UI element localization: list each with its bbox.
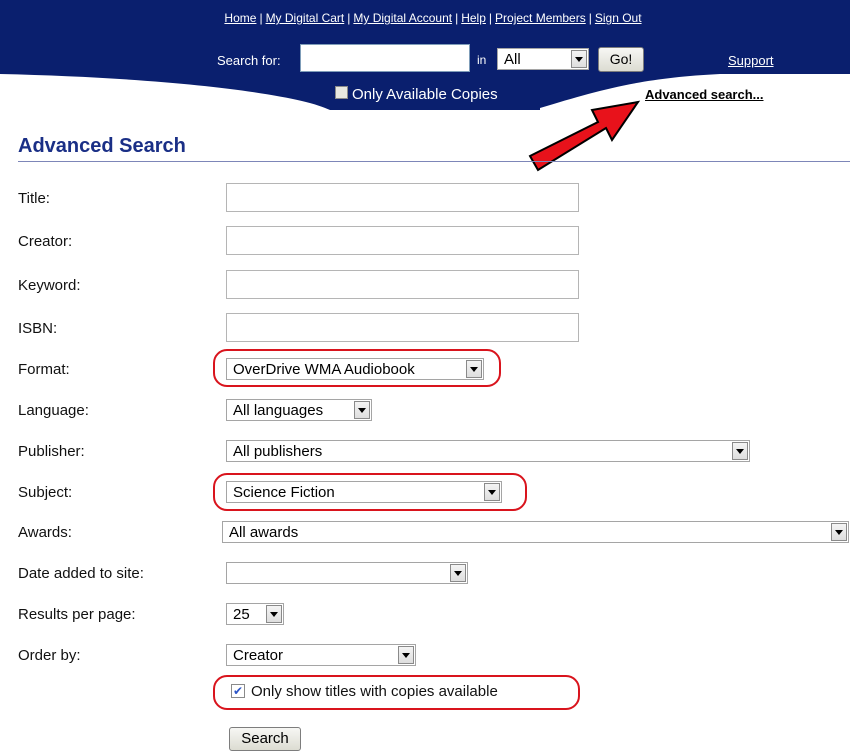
creator-input[interactable] [226,226,579,255]
search-scope-select[interactable]: All [497,48,589,70]
chevron-down-icon [354,401,370,419]
nav-digital-account-link[interactable]: My Digital Account [353,11,452,25]
chevron-down-icon [732,442,748,460]
chevron-down-icon [398,646,414,664]
nav-help-link[interactable]: Help [461,11,486,25]
results-per-page-label: Results per page: [18,606,136,623]
results-per-page-value: 25 [233,606,250,623]
isbn-label: ISBN: [18,320,58,337]
language-label: Language: [18,402,89,419]
nav-project-members-link[interactable]: Project Members [495,11,586,25]
only-available-checkbox[interactable] [335,86,348,99]
format-highlight [213,349,501,387]
nav-home-link[interactable]: Home [224,11,256,25]
isbn-input[interactable] [226,313,579,342]
title-input[interactable] [226,183,579,212]
awards-label: Awards: [18,524,72,541]
awards-value: All awards [229,524,299,541]
header-search-input[interactable] [300,44,470,72]
annotation-arrow-icon [528,100,641,172]
subject-label: Subject: [18,484,73,501]
language-select[interactable]: All languages [226,399,372,421]
go-button[interactable]: Go! [598,47,644,72]
publisher-value: All publishers [233,443,323,460]
language-value: All languages [233,402,324,419]
chevron-down-icon [266,605,282,623]
support-link[interactable]: Support [728,53,774,68]
date-added-label: Date added to site: [18,565,144,582]
keyword-label: Keyword: [18,277,81,294]
order-by-value: Creator [233,647,284,664]
page-title: Advanced Search [18,135,186,157]
date-added-select[interactable] [226,562,468,584]
publisher-select[interactable]: All publishers [226,440,750,462]
in-label: in [477,53,487,67]
subject-highlight [213,473,527,511]
search-scope-value: All [504,51,521,68]
advanced-search-link[interactable]: Advanced search... [645,87,764,102]
creator-label: Creator: [18,233,73,250]
publisher-label: Publisher: [18,443,85,460]
search-button[interactable]: Search [229,727,301,751]
search-for-label: Search for: [217,53,281,68]
only-available-label: Only Available Copies [352,86,498,103]
chevron-down-icon [571,50,587,68]
copies-highlight [213,675,580,710]
title-divider [18,161,850,162]
results-per-page-select[interactable]: 25 [226,603,284,625]
order-by-label: Order by: [18,647,81,664]
title-label: Title: [18,190,50,207]
format-label: Format: [18,361,70,378]
chevron-down-icon [831,523,847,541]
top-nav: Home | My Digital Cart | My Digital Account |… [224,11,642,25]
awards-select[interactable]: All awards [222,521,849,543]
nav-sign-out-link[interactable]: Sign Out [595,11,642,25]
keyword-input[interactable] [226,270,579,299]
chevron-down-icon [450,564,466,582]
nav-digital-cart-link[interactable]: My Digital Cart [266,11,345,25]
order-by-select[interactable]: Creator [226,644,416,666]
